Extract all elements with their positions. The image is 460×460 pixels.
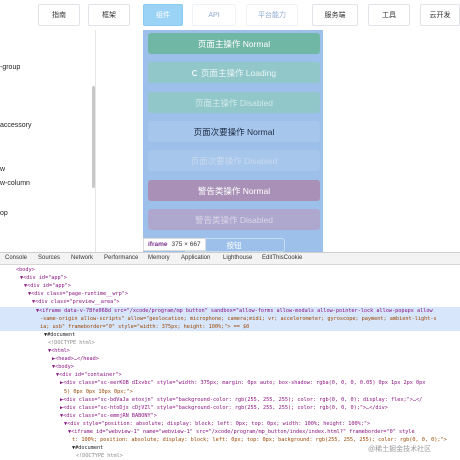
tab-memory[interactable]: Memory — [148, 255, 170, 261]
sidebar-item[interactable]: op — [0, 210, 8, 217]
dom-tree-line-text: ▼<div style="position: absolute; display… — [64, 420, 371, 427]
nav-item-api[interactable]: API — [192, 4, 236, 26]
dom-tree-line[interactable]: -same-origin allow-scripts" allow="geolo… — [0, 314, 460, 323]
dom-tree-line[interactable]: ▼#document — [0, 331, 460, 339]
nav-item-components[interactable]: 组件 — [143, 4, 183, 26]
dom-tree-line[interactable]: ▼<div class="sc-emmjRN BABONY"> — [0, 412, 460, 420]
primary-normal-button[interactable]: 页面主操作 Normal — [148, 33, 320, 54]
dom-tree-line[interactable]: ▼<html> — [0, 347, 460, 355]
dom-tree-line[interactable]: 5) 0px 0px 10px 0px;"> — [0, 388, 460, 396]
tab-console[interactable]: Console — [5, 255, 27, 261]
primary-disabled-button: 页面主操作 Disabled — [148, 92, 320, 113]
dom-tree-line-text: ▶<head>…</head> — [52, 356, 99, 363]
dom-tree-line[interactable]: ▶<head>…</head> — [0, 355, 460, 363]
dom-tree-line-text: <!DOCTYPE html> — [76, 453, 123, 460]
nav-item-platform-capability[interactable]: 平台能力 — [246, 4, 298, 26]
dom-tree-line-text: 5) 0px 0px 10px 0px;"> — [64, 388, 133, 395]
dom-tree-line-text: ▼<html> — [48, 348, 70, 354]
dom-tree-line-text: <!DOCTYPE html> — [48, 339, 95, 346]
dom-tree-line[interactable]: ▼<div id="container"> — [0, 371, 460, 379]
dom-tree-line[interactable]: ▼<div id="app"> — [0, 274, 460, 282]
dom-tree-line[interactable]: ia; usb" frameborder="0" style="width: 3… — [0, 322, 460, 331]
dom-tree-line[interactable]: ▼<body> — [0, 363, 460, 371]
loading-spinner-icon — [191, 69, 198, 76]
dom-tree-line-text: ▼<div class="page-runtime__wrp"> — [28, 291, 128, 298]
dom-tree-line-text: ▼<div class="preview__area"> — [32, 299, 120, 306]
dom-tree-line[interactable]: t: 100%; position: absolute; display: bl… — [0, 436, 460, 444]
tooltip-tag: iframe — [148, 241, 168, 248]
sidebar-item[interactable]: w — [0, 166, 5, 173]
dom-tree-line-text: t: 100%; position: absolute; display: bl… — [72, 437, 447, 444]
dom-tree-line[interactable]: ▼<iframe data-v-78fe068d src="/xcode/pro… — [0, 306, 460, 315]
warn-normal-button[interactable]: 警告类操作 Normal — [148, 180, 320, 201]
elements-tree[interactable]: <body> ▼<div id="app"> ▼<div id="app"> ▼<di… — [0, 266, 460, 460]
dom-tree-line[interactable]: ▼<div class="preview__area"> — [0, 298, 460, 306]
sidebar-item[interactable]: -group — [0, 64, 20, 71]
iframe-inspect-tooltip: iframe 375 × 667 — [143, 238, 206, 251]
top-navigation: 指南 框架 组件 API 平台能力 服务端 工具 云开发 — [0, 0, 460, 30]
dom-tree-line-text: ▼<div id="container"> — [56, 372, 122, 379]
devtools-tab-bar: Console Sources Network Performance Memo… — [0, 253, 460, 265]
sidebar-scrollbar[interactable] — [92, 86, 95, 188]
dom-tree-line[interactable]: ▼<div id="app"> — [0, 282, 460, 290]
dom-tree-line-text: ▼#document — [44, 331, 76, 338]
dom-tree-line-text: ▼<div id="app"> — [24, 283, 71, 290]
nav-item-guide[interactable]: 指南 — [38, 4, 80, 26]
tab-application[interactable]: Application — [181, 255, 210, 261]
dom-tree-line-text: ▼<body> — [52, 364, 74, 371]
dom-tree-line-text: -same-origin allow-scripts" allow="geolo… — [40, 315, 437, 322]
tab-editthiscookie[interactable]: EditThisCookie — [262, 255, 302, 261]
tab-performance[interactable]: Performance — [104, 255, 138, 261]
sidebar: -group accessory w w-column op — [0, 30, 96, 252]
dom-tree-line-text: ia; usb" frameborder="0" style="width: 3… — [40, 323, 250, 330]
dom-tree-line[interactable]: ▶<div class="sc-bdVaJa etoxjn" style="ba… — [0, 396, 460, 404]
tab-sources[interactable]: Sources — [38, 255, 60, 261]
primary-loading-button[interactable]: 页面主操作 Loading — [148, 62, 320, 83]
dom-tree-line-text: ▼#document — [72, 445, 104, 452]
dom-tree-line-text: ▶<div class="sc-eerKOB dIxvbc" style="wi… — [60, 380, 426, 387]
dom-tree-line[interactable]: <body> — [0, 266, 460, 274]
dom-tree-line[interactable]: <!DOCTYPE html> — [0, 339, 460, 347]
dom-tree-line[interactable]: ▼<div style="position: absolute; display… — [0, 420, 460, 428]
secondary-disabled-button: 页面次要操作 Disabled — [148, 150, 320, 171]
dom-tree-line-text: ▼<div id="app"> — [20, 275, 67, 282]
dom-tree-line-text: ▶<div class="sc-htoDjs cDjVZl" style="ba… — [60, 404, 388, 411]
nav-item-server-side[interactable]: 服务端 — [312, 4, 358, 26]
dom-tree-line[interactable]: ▶<div class="sc-htoDjs cDjVZl" style="ba… — [0, 404, 460, 412]
primary-loading-label: 页面主操作 Loading — [200, 67, 277, 78]
tab-network[interactable]: Network — [71, 255, 93, 261]
dom-tree-line-text: ▼<iframe id="webview-1" name="webview-1"… — [68, 429, 415, 435]
dom-tree-line-text: ▶<div class="sc-bdVaJa etoxjn" style="ba… — [60, 396, 423, 403]
dom-tree-line[interactable]: ▼<div class="page-runtime__wrp"> — [0, 290, 460, 298]
dom-tree-line-text: ▼<div class="sc-emmjRN BABONY"> — [60, 412, 157, 419]
nav-item-cloud-dev[interactable]: 云开发 — [420, 4, 460, 26]
sidebar-item[interactable]: accessory — [0, 122, 32, 129]
dom-tree-line[interactable]: ▼<iframe id="webview-1" name="webview-1"… — [0, 428, 460, 436]
dom-tree-line-text: <body> — [16, 267, 35, 273]
tooltip-size: 375 × 667 — [171, 241, 201, 248]
watermark: @稀土掘金技术社区 — [368, 446, 432, 453]
warn-disabled-button: 警告类操作 Disabled — [148, 209, 320, 230]
sidebar-item[interactable]: w-column — [0, 180, 30, 187]
devtools-panel: Console Sources Network Performance Memo… — [0, 252, 460, 460]
dom-tree-line-text: ▼<iframe data-v-78fe068d src="/xcode/pro… — [36, 307, 433, 314]
nav-item-tools[interactable]: 工具 — [368, 4, 410, 26]
tab-lighthouse[interactable]: Lighthouse — [223, 255, 252, 261]
nav-item-framework[interactable]: 框架 — [88, 4, 130, 26]
secondary-normal-button[interactable]: 页面次要操作 Normal — [148, 121, 320, 142]
dom-tree-line[interactable]: ▶<div class="sc-eerKOB dIxvbc" style="wi… — [0, 379, 460, 387]
